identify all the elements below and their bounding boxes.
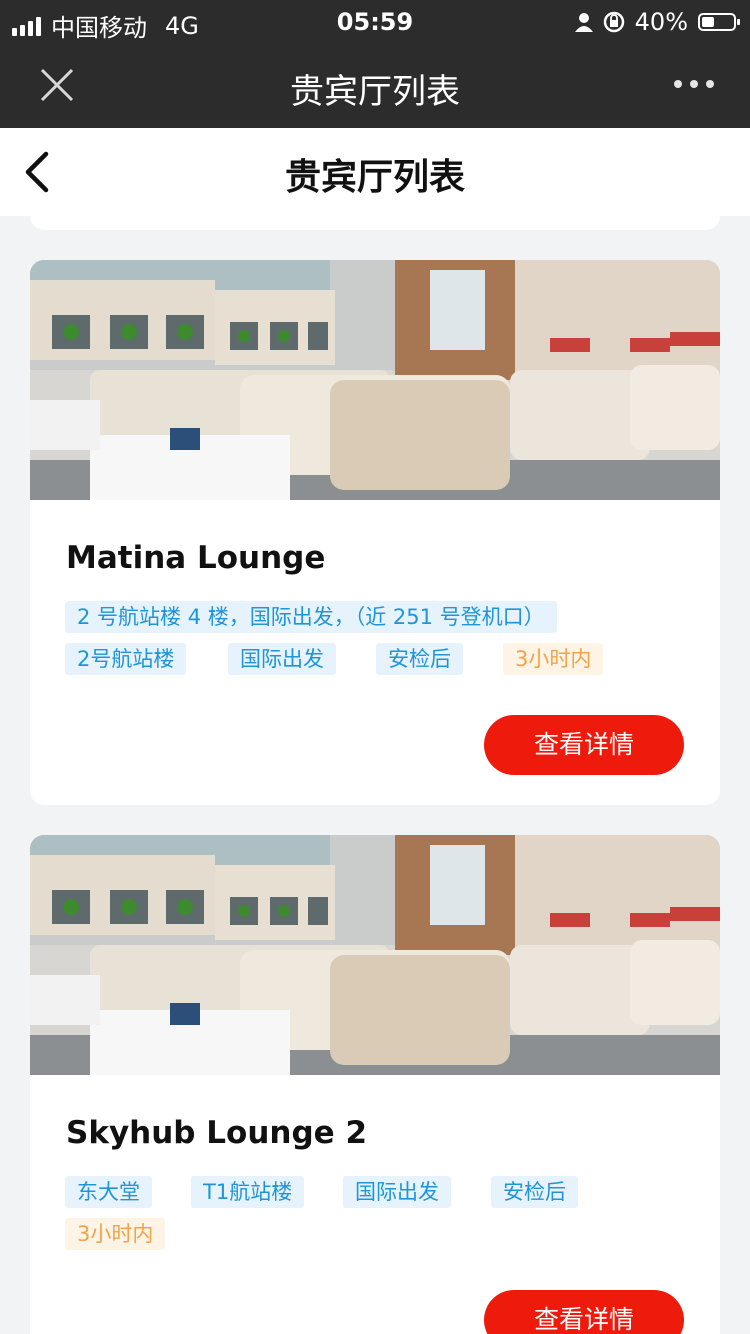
departure-tag: 国际出发 xyxy=(343,1176,451,1208)
battery-fill xyxy=(702,17,714,27)
lounge-name: Matina Lounge xyxy=(66,540,326,576)
lounge-list[interactable]: Matina Lounge 2 号航站楼 4 楼，国际出发，（近 251 号登机… xyxy=(0,216,750,1334)
security-tag: 安检后 xyxy=(491,1176,578,1208)
area-tag: 东大堂 xyxy=(65,1176,152,1208)
page-header: 贵宾厅列表 xyxy=(0,128,750,216)
status-bar: 中国移动 4G 05:59 40% xyxy=(0,0,750,42)
lounge-card[interactable]: Skyhub Lounge 2 东大堂 T1航站楼 国际出发 安检后 3小时内 … xyxy=(30,835,720,1334)
title-bar: 贵宾厅列表 xyxy=(0,42,750,128)
more-options-icon[interactable] xyxy=(674,66,714,102)
lounge-name: Skyhub Lounge 2 xyxy=(66,1115,368,1151)
battery-percent: 40% xyxy=(634,8,688,36)
security-tag: 安检后 xyxy=(376,643,463,675)
terminal-tag: 2号航站楼 xyxy=(65,643,187,675)
person-icon xyxy=(574,13,593,32)
lounge-card[interactable]: Matina Lounge 2 号航站楼 4 楼，国际出发，（近 251 号登机… xyxy=(30,260,720,805)
view-details-button[interactable]: 查看详情 xyxy=(484,715,684,775)
orientation-lock-icon xyxy=(603,11,624,33)
duration-tag: 3小时内 xyxy=(65,1218,166,1250)
lounge-photo xyxy=(30,835,720,1075)
page-title: 贵宾厅列表 xyxy=(284,157,465,198)
battery-icon xyxy=(698,13,740,31)
departure-tag: 国际出发 xyxy=(228,643,336,675)
window-title: 贵宾厅列表 xyxy=(290,72,460,112)
status-right: 40% xyxy=(574,8,740,36)
lounge-photo xyxy=(30,260,720,500)
view-details-button[interactable]: 查看详情 xyxy=(484,1290,684,1334)
terminal-tag: T1航站楼 xyxy=(191,1176,305,1208)
duration-tag: 3小时内 xyxy=(503,643,604,675)
previous-card-bottom xyxy=(30,216,720,230)
location-tag: 2 号航站楼 4 楼，国际出发，（近 251 号登机口） xyxy=(65,601,557,633)
